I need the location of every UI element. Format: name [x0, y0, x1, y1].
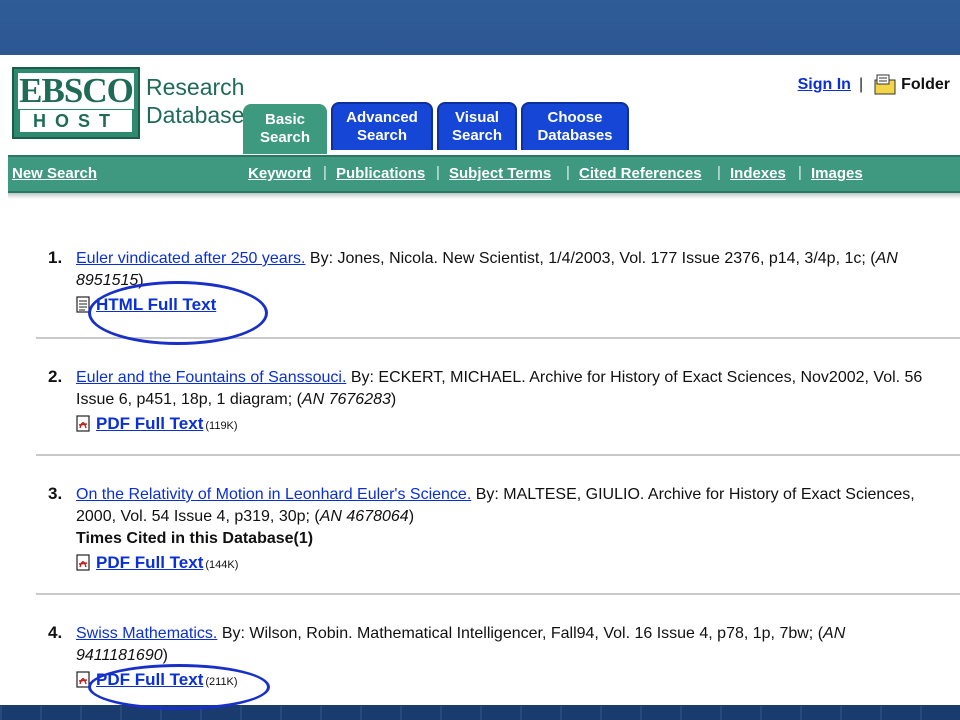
nav-cited-references[interactable]: Cited References — [579, 165, 702, 182]
sign-in-link[interactable]: Sign In — [798, 76, 851, 94]
accession-number: AN 4678064 — [319, 508, 409, 525]
nav-shadow — [8, 193, 960, 199]
pdf-icon — [76, 554, 90, 571]
search-nav-bar: New Search Keyword | Publications | Subj… — [8, 155, 960, 193]
times-cited-label[interactable]: Times Cited in this Database(1) — [76, 528, 932, 550]
nav-separator: | — [717, 164, 721, 181]
fulltext-line: PDF Full Text (144K) — [76, 552, 932, 574]
logo-ebsco-text: EBSCO — [18, 71, 134, 110]
logo-line-1: Research — [146, 74, 245, 100]
pdf-full-text-link[interactable]: PDF Full Text — [96, 413, 203, 435]
pdf-full-text-link[interactable]: PDF Full Text — [96, 552, 203, 574]
nav-subject-terms[interactable]: Subject Terms — [449, 165, 551, 182]
result-body: Euler vindicated after 250 years. By: Jo… — [76, 248, 932, 316]
result-citation: By: Wilson, Robin. Mathematical Intellig… — [217, 625, 824, 642]
fulltext-size: (144K) — [205, 559, 239, 571]
nav-separator: | — [323, 164, 327, 181]
fulltext-line: PDF Full Text (211K) — [76, 669, 932, 691]
result-number: 1. — [48, 248, 63, 267]
nav-new-search[interactable]: New Search — [12, 165, 97, 182]
logo-tagline: Research Databases — [146, 73, 256, 129]
result-title-link[interactable]: On the Relativity of Motion in Leonhard … — [76, 486, 471, 503]
html-full-text-link[interactable]: HTML Full Text — [96, 294, 216, 316]
tab-visual-search[interactable]: Visual Search — [437, 102, 517, 150]
html-document-icon — [76, 296, 90, 313]
result-title-link[interactable]: Euler vindicated after 250 years. — [76, 250, 305, 267]
pdf-full-text-link[interactable]: PDF Full Text — [96, 669, 203, 691]
citation-close: ) — [138, 272, 144, 289]
nav-keyword[interactable]: Keyword — [248, 165, 311, 182]
folder-icon[interactable] — [873, 73, 897, 97]
result-body: Euler and the Fountains of Sanssouci. By… — [76, 367, 932, 435]
result-body: Swiss Mathematics. By: Wilson, Robin. Ma… — [76, 623, 932, 691]
tab-choose-databases[interactable]: Choose Databases — [521, 102, 629, 150]
result-number: 3. — [48, 484, 63, 503]
logo-host-text: HOST — [20, 110, 132, 132]
fulltext-size: (119K) — [205, 420, 238, 432]
nav-separator: | — [798, 164, 802, 181]
tab-advanced-search[interactable]: Advanced Search — [331, 102, 433, 150]
nav-separator: | — [566, 164, 570, 181]
result-citation: By: Jones, Nicola. New Scientist, 1/4/20… — [305, 250, 876, 267]
result-item: 1. Euler vindicated after 250 years. By:… — [36, 226, 960, 339]
nav-publications[interactable]: Publications — [336, 165, 425, 182]
result-item: 2. Euler and the Fountains of Sanssouci.… — [36, 339, 960, 456]
search-tabs: Basic Search Advanced Search Visual Sear… — [243, 102, 633, 154]
nav-images[interactable]: Images — [811, 165, 863, 182]
nav-separator: | — [436, 164, 440, 181]
site-header: EBSCO HOST Research Databases Basic Sear… — [0, 55, 960, 155]
tab-basic-search[interactable]: Basic Search — [243, 104, 327, 154]
logo-line-2: Databases — [146, 102, 256, 128]
citation-close: ) — [390, 391, 397, 408]
result-number: 2. — [48, 367, 63, 386]
result-item: 4. Swiss Mathematics. By: Wilson, Robin.… — [36, 595, 960, 705]
nav-indexes[interactable]: Indexes — [730, 165, 786, 182]
pdf-icon — [76, 415, 90, 432]
header-actions: Sign In | Folder — [798, 73, 950, 97]
ebsco-logo[interactable]: EBSCO HOST — [12, 67, 140, 139]
result-title-link[interactable]: Swiss Mathematics. — [76, 625, 217, 642]
result-item: 3. On the Relativity of Motion in Leonha… — [36, 456, 960, 595]
result-title-link[interactable]: Euler and the Fountains of Sanssouci. — [76, 369, 346, 386]
pdf-icon — [76, 671, 90, 688]
citation-close: ) — [408, 508, 415, 525]
result-body: On the Relativity of Motion in Leonhard … — [76, 484, 932, 574]
fulltext-line: HTML Full Text — [76, 294, 932, 316]
header-separator: | — [858, 76, 864, 93]
citation-close: ) — [162, 647, 168, 664]
accession-number: AN 7676283 — [301, 391, 391, 408]
fulltext-size: (211K) — [205, 676, 238, 688]
result-number: 4. — [48, 623, 63, 642]
folder-link[interactable]: Folder — [901, 76, 950, 94]
fulltext-line: PDF Full Text (119K) — [76, 413, 932, 435]
